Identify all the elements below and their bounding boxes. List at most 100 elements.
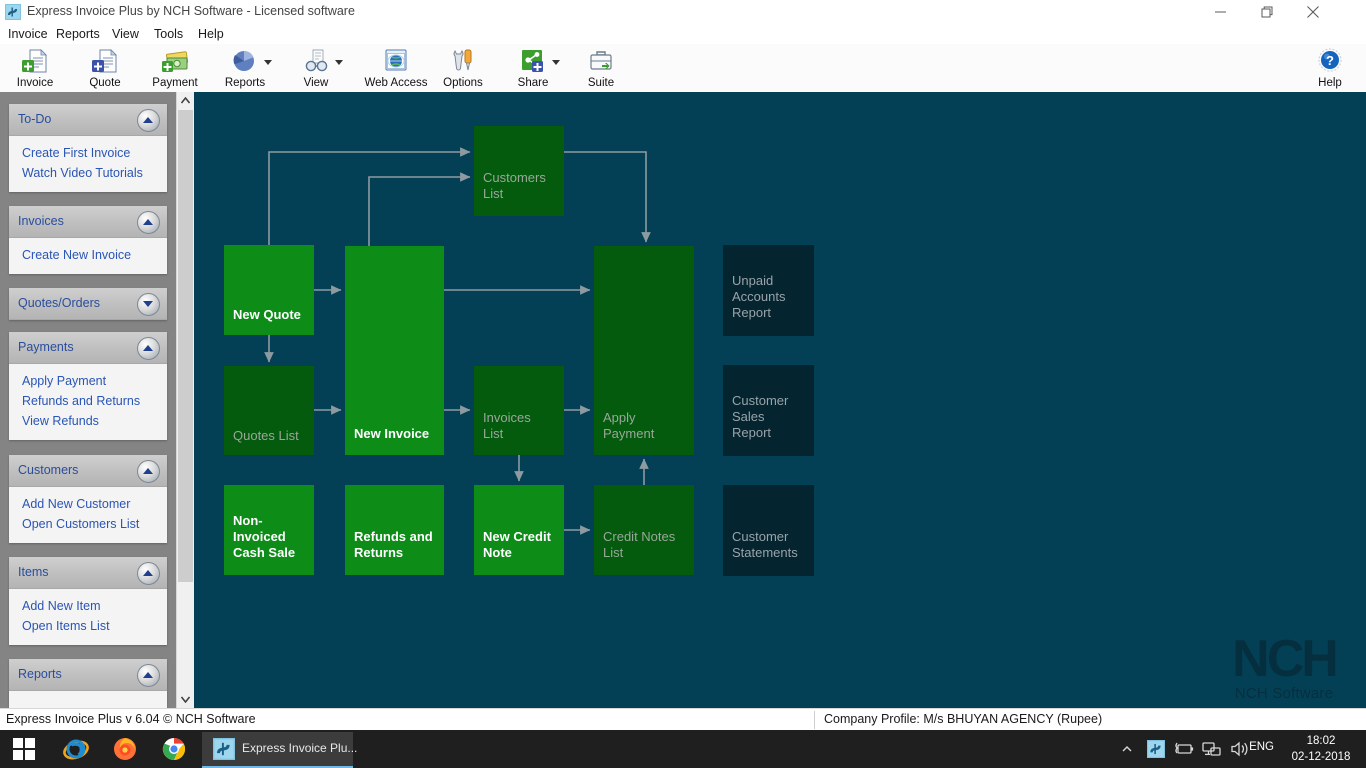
collapse-chevron-up-icon[interactable] — [137, 109, 160, 132]
start-button[interactable] — [0, 730, 48, 768]
chrome-icon[interactable] — [150, 730, 198, 768]
toolbar-reports-button[interactable]: Reports — [214, 46, 276, 90]
sidebar-panel-payments-header[interactable]: Payments — [9, 332, 167, 364]
menu-tools[interactable]: Tools — [148, 26, 189, 42]
sidebar-panel-todo-header[interactable]: To-Do — [9, 104, 167, 136]
workflow-node-apply-payment-label: Apply Payment — [603, 410, 655, 441]
workflow-node-new-credit-note-label: New Credit Note — [483, 529, 551, 560]
toolbar-web-access-label: Web Access — [364, 77, 428, 89]
reports-pie-icon — [231, 48, 259, 74]
scrollbar-thumb[interactable] — [178, 110, 193, 582]
toolbar-payment-button[interactable]: Payment — [141, 46, 209, 90]
help-question-icon: ? — [1316, 48, 1344, 74]
sidebar-link-add-new-customer[interactable]: Add New Customer — [9, 494, 167, 514]
sidebar-link-create-first-invoice[interactable]: Create First Invoice — [9, 143, 167, 163]
battery-icon[interactable] — [1170, 730, 1198, 768]
sidebar-panel-invoices-header[interactable]: Invoices — [9, 206, 167, 238]
scroll-up-arrow-icon[interactable] — [177, 92, 194, 109]
window-title: Express Invoice Plus by NCH Software - L… — [27, 4, 355, 18]
toolbar-quote-button[interactable]: Quote — [76, 46, 134, 90]
workflow-node-customers-list[interactable]: Customers List — [474, 126, 564, 216]
firefox-icon[interactable] — [101, 730, 149, 768]
workflow-node-unpaid-accounts-report-label: Unpaid Accounts Report — [732, 273, 786, 320]
status-company-profile-text: Company Profile: M/s BHUYAN AGENCY (Rupe… — [824, 712, 1103, 726]
workflow-node-unpaid-accounts-report[interactable]: Unpaid Accounts Report — [723, 245, 814, 336]
toolbar-payment-label: Payment — [152, 77, 198, 89]
toolbar-suite-button[interactable]: Suite — [572, 46, 630, 90]
tray-overflow-chevron-up-icon[interactable] — [1116, 730, 1138, 768]
toolbar-invoice-label: Invoice — [16, 77, 54, 89]
toolbar-view-label: View — [303, 77, 329, 89]
sidebar-link-open-items-list[interactable]: Open Items List — [9, 616, 167, 636]
scroll-down-arrow-icon[interactable] — [177, 691, 194, 708]
collapse-chevron-up-icon[interactable] — [137, 337, 160, 360]
sidebar-panel-quotes-orders-header[interactable]: Quotes/Orders — [9, 288, 167, 320]
workflow-node-customer-sales-report-label: Customer Sales Report — [732, 393, 789, 440]
workflow-node-invoices-list[interactable]: Invoices List — [474, 366, 564, 455]
workflow-node-non-invoiced-cash-sale[interactable]: Non- Invoiced Cash Sale — [224, 485, 314, 575]
sidebar-link-watch-video-tutorials[interactable]: Watch Video Tutorials — [9, 163, 167, 183]
taskbar-window-express-invoice[interactable]: Express Invoice Plu... — [202, 732, 357, 768]
workflow-node-credit-notes-list[interactable]: Credit Notes List — [594, 485, 694, 575]
menu-invoice[interactable]: Invoice — [2, 26, 54, 42]
sidebar-panel-reports-title: Reports — [18, 667, 62, 681]
chevron-down-icon[interactable] — [335, 60, 343, 65]
workflow-node-new-credit-note[interactable]: New Credit Note — [474, 485, 564, 575]
internet-explorer-icon[interactable] — [52, 730, 100, 768]
toolbar-share-button[interactable]: Share — [502, 46, 564, 90]
nch-watermark: NCH NCH Software — [1214, 633, 1354, 702]
workflow-node-new-invoice[interactable]: New Invoice — [345, 246, 444, 455]
expand-chevron-down-icon[interactable] — [137, 293, 160, 316]
sidebar-scrollbar[interactable] — [176, 92, 194, 708]
toolbar-invoice-button[interactable]: Invoice — [6, 46, 64, 90]
collapse-chevron-up-icon[interactable] — [137, 664, 160, 687]
collapse-chevron-up-icon[interactable] — [137, 211, 160, 234]
sidebar-panel-payments-body: Apply Payment Refunds and Returns View R… — [9, 364, 167, 440]
sidebar-panel-payments-title: Payments — [18, 340, 74, 354]
sidebar-link-apply-payment[interactable]: Apply Payment — [9, 371, 167, 391]
sidebar-link-add-new-item[interactable]: Add New Item — [9, 596, 167, 616]
network-icon[interactable] — [1198, 730, 1226, 768]
nch-logo-caption: NCH Software — [1234, 685, 1334, 702]
workflow-node-apply-payment[interactable]: Apply Payment — [594, 246, 694, 455]
express-invoice-tray-icon[interactable] — [1142, 730, 1170, 768]
minimize-button[interactable] — [1200, 0, 1246, 24]
sidebar-panel-quotes-orders: Quotes/Orders — [9, 288, 167, 320]
collapse-chevron-up-icon[interactable] — [137, 562, 160, 585]
menu-view[interactable]: View — [106, 26, 145, 42]
toolbar-view-button[interactable]: View — [285, 46, 347, 90]
chevron-down-icon[interactable] — [264, 60, 272, 65]
maximize-button[interactable] — [1246, 0, 1292, 24]
sidebar-link-open-customers-list[interactable]: Open Customers List — [9, 514, 167, 534]
menu-reports[interactable]: Reports — [50, 26, 106, 42]
tray-language-indicator[interactable]: ENG — [1249, 741, 1274, 753]
nch-logo-text: NCH — [1232, 630, 1339, 688]
windows-taskbar: Express Invoice Plu... ENG 18:02 02-12-2… — [0, 730, 1366, 768]
menu-help[interactable]: Help — [192, 26, 230, 42]
tray-clock[interactable]: 18:02 02-12-2018 — [1284, 733, 1358, 765]
workflow-node-quotes-list[interactable]: Quotes List — [224, 366, 314, 455]
close-button[interactable] — [1292, 0, 1338, 24]
collapse-chevron-up-icon[interactable] — [137, 460, 160, 483]
view-glasses-icon — [302, 48, 330, 74]
quote-add-icon — [91, 48, 119, 74]
workflow-node-refunds-and-returns[interactable]: Refunds and Returns — [345, 485, 444, 575]
chevron-down-icon[interactable] — [552, 60, 560, 65]
menu-bar: Invoice Reports View Tools Help — [0, 24, 1366, 44]
status-divider — [814, 711, 815, 729]
workflow-node-new-quote[interactable]: New Quote — [224, 245, 314, 335]
web-globe-icon — [382, 48, 410, 74]
toolbar-web-access-button[interactable]: Web Access — [358, 46, 434, 90]
toolbar-help-button[interactable]: ? Help — [1302, 46, 1358, 90]
sidebar-link-view-refunds[interactable]: View Refunds — [9, 411, 167, 431]
sidebar-panel-customers-header[interactable]: Customers — [9, 455, 167, 487]
sidebar-panel-reports-header[interactable]: Reports — [9, 659, 167, 691]
sidebar-panel-items-header[interactable]: Items — [9, 557, 167, 589]
sidebar-panel-reports-body — [9, 691, 167, 708]
workflow-node-customer-statements[interactable]: Customer Statements — [723, 485, 814, 576]
workflow-node-customer-sales-report[interactable]: Customer Sales Report — [723, 365, 814, 456]
sidebar-link-refunds-and-returns[interactable]: Refunds and Returns — [9, 391, 167, 411]
sidebar-link-create-new-invoice[interactable]: Create New Invoice — [9, 245, 167, 265]
toolbar-options-button[interactable]: Options — [432, 46, 494, 90]
sidebar-panel-invoices-title: Invoices — [18, 214, 64, 228]
